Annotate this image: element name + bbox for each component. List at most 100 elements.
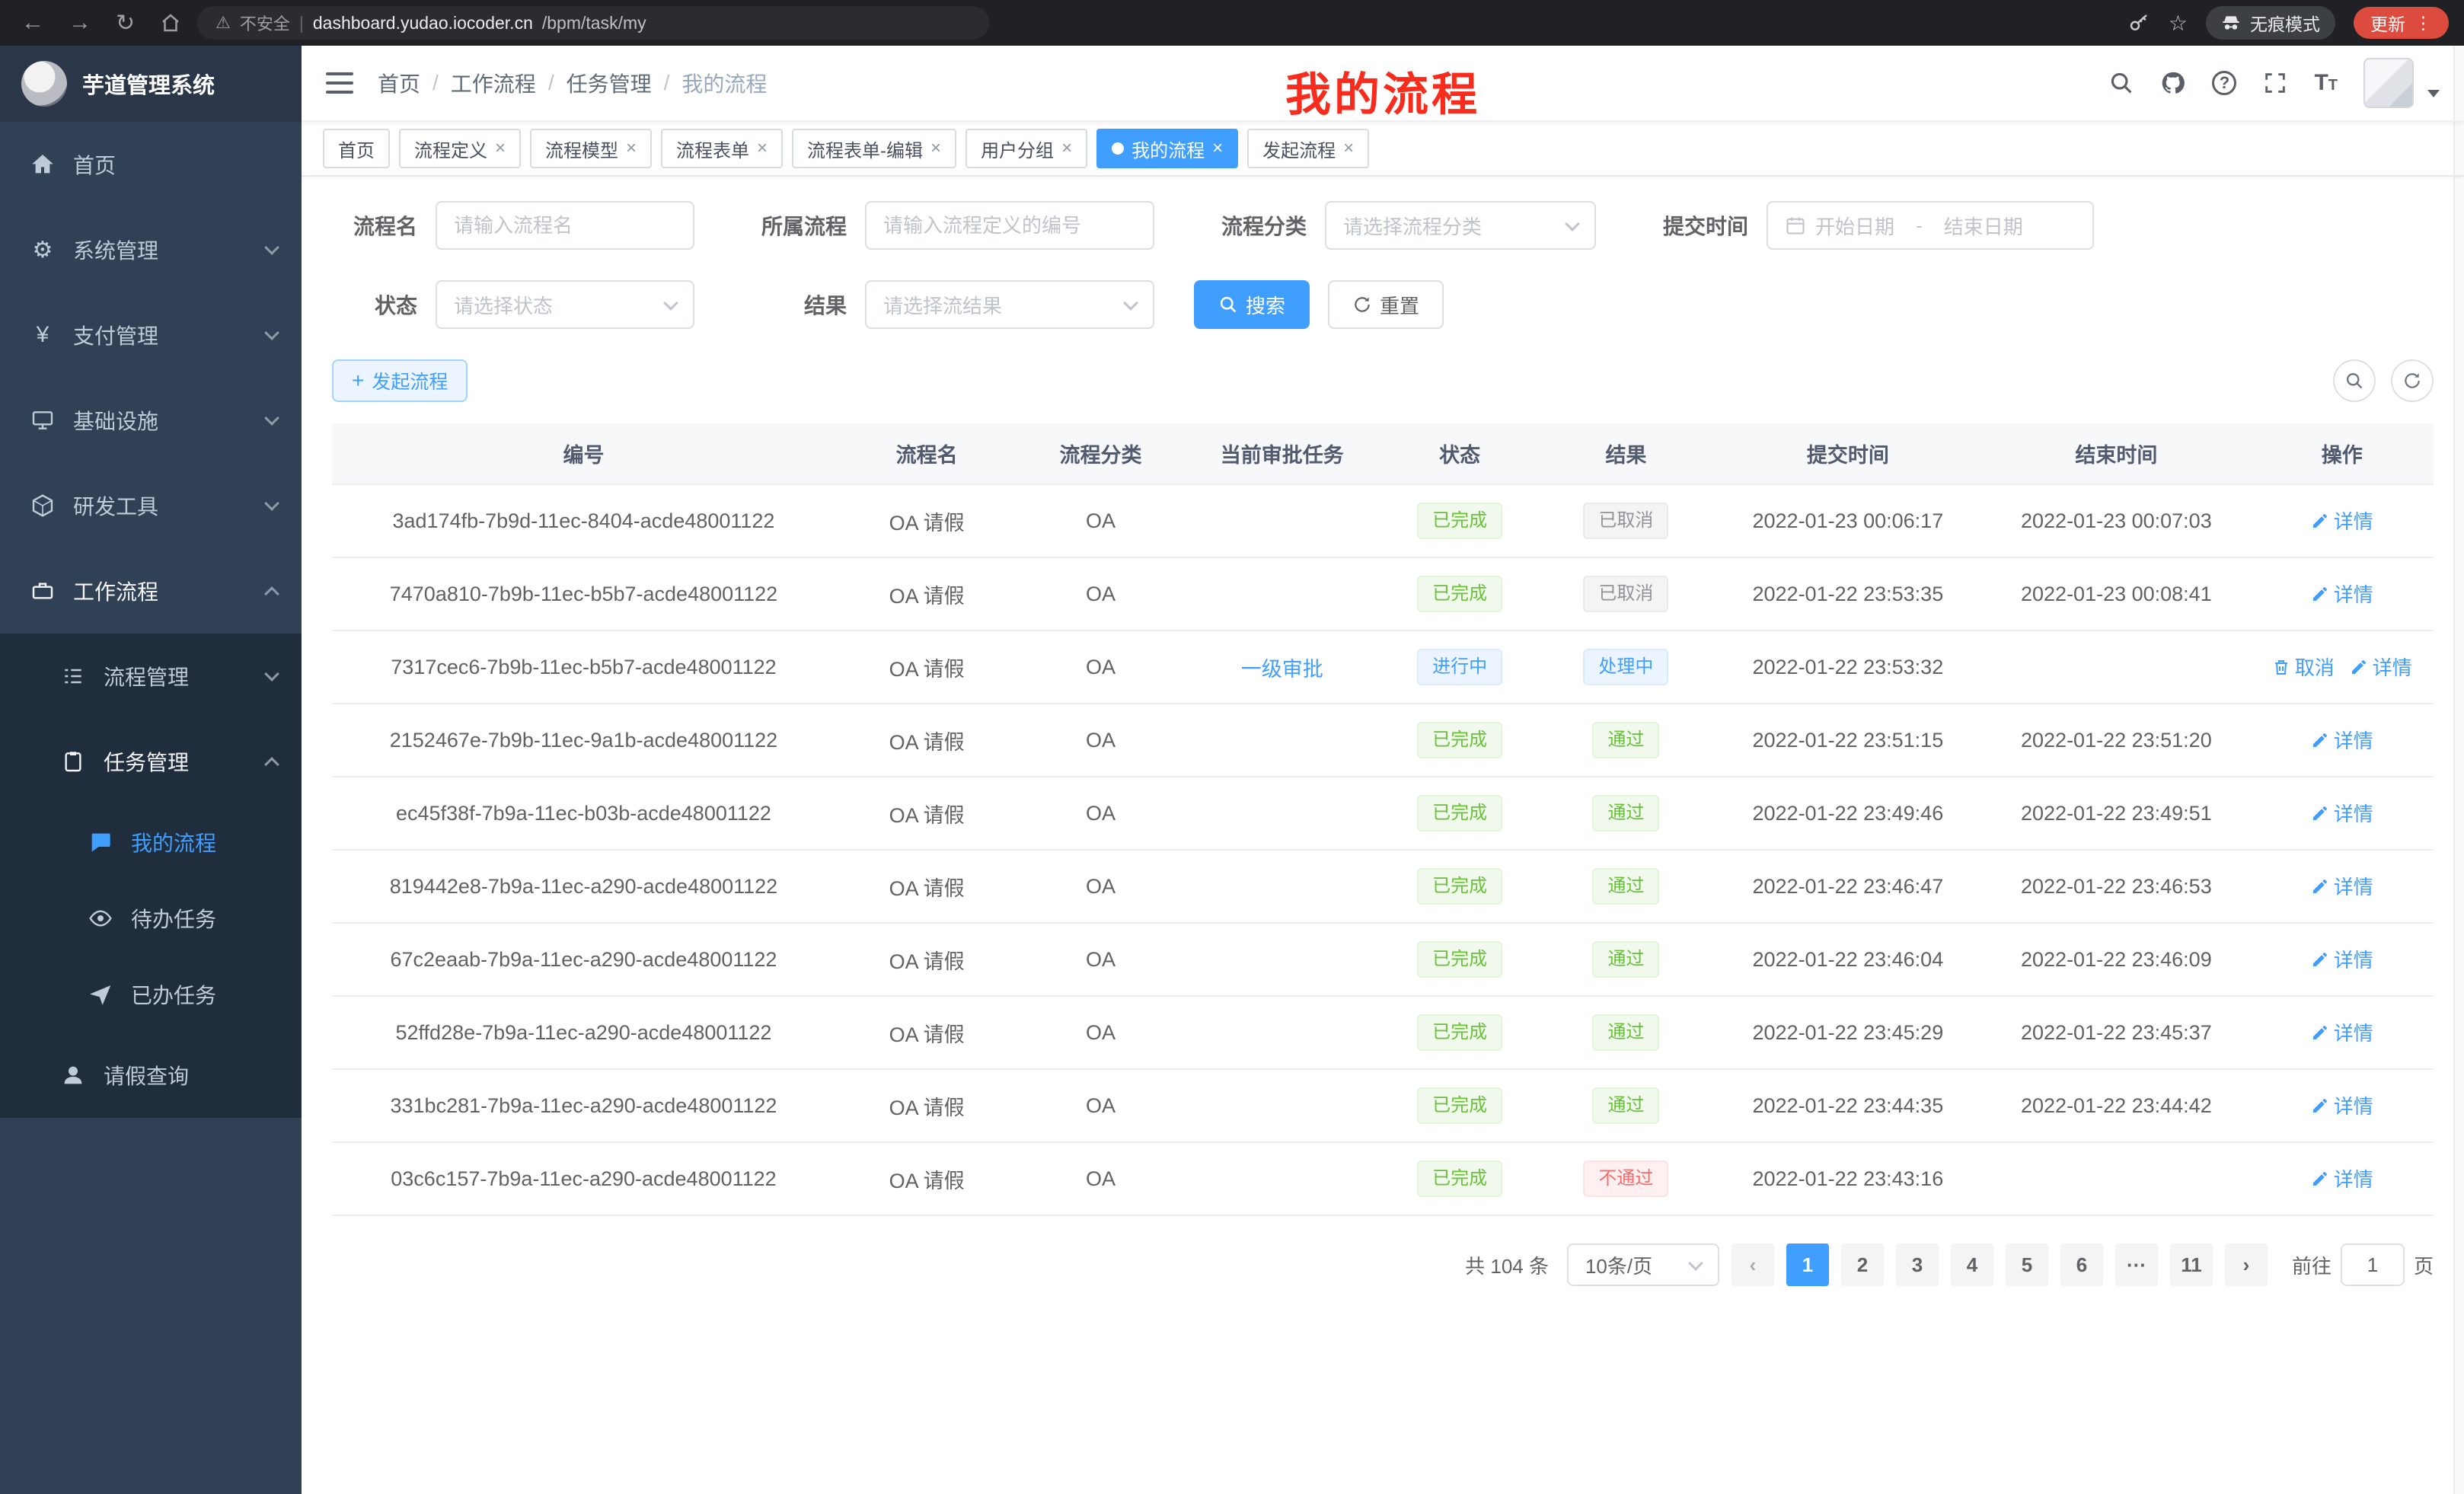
tags-view-bar: 首页 流程定义× 流程模型× 流程表单× 流程表单-编辑× 用户分组× 我的流程… (302, 122, 2464, 177)
breadcrumb-item[interactable]: 工作流程 (451, 68, 536, 98)
search-button[interactable]: 搜索 (1194, 280, 1310, 329)
close-icon[interactable]: × (495, 139, 506, 158)
chevron-down-icon (264, 410, 279, 426)
scrollbar[interactable] (2453, 46, 2464, 1494)
start-process-button[interactable]: + 发起流程 (332, 359, 468, 402)
close-icon[interactable]: × (757, 139, 768, 158)
cancel-link[interactable]: 取消 (2272, 653, 2335, 681)
close-icon[interactable]: × (930, 139, 941, 158)
sidebar-item-leave-query[interactable]: 请假查询 (0, 1033, 302, 1118)
cell-task (1183, 1069, 1381, 1142)
prev-page-button[interactable]: ‹ (1732, 1243, 1774, 1286)
sidebar-item-dev-tools[interactable]: 研发工具 (0, 463, 302, 548)
detail-link[interactable]: 详情 (2311, 945, 2373, 973)
tab-home[interactable]: 首页 (323, 129, 390, 168)
parent-process-input[interactable] (883, 214, 1136, 238)
sidebar-item-infrastructure[interactable]: 基础设施 (0, 378, 302, 463)
sidebar-item-task-management[interactable]: 任务管理 (0, 719, 302, 804)
edit-icon (2311, 877, 2329, 895)
page-button[interactable]: 1 (1786, 1243, 1829, 1286)
cell-category: OA (1018, 557, 1183, 630)
detail-link[interactable]: 详情 (2311, 726, 2373, 754)
page-button[interactable]: 4 (1951, 1243, 1993, 1286)
tab-process-model[interactable]: 流程模型× (530, 129, 652, 168)
status-select[interactable]: 请选择状态 (436, 280, 694, 329)
column-header: 结束时间 (1982, 423, 2251, 484)
cell-name: OA 请假 (835, 923, 1018, 996)
password-key-icon[interactable] (2127, 11, 2150, 34)
breadcrumb-item[interactable]: 任务管理 (567, 68, 652, 98)
tab-process-form-edit[interactable]: 流程表单-编辑× (792, 129, 956, 168)
close-icon[interactable]: × (1061, 139, 1072, 158)
tab-my-process[interactable]: 我的流程× (1096, 129, 1238, 168)
sidebar-item-process-management[interactable]: 流程管理 (0, 634, 302, 719)
result-select[interactable]: 请选择流结果 (865, 280, 1154, 329)
browser-menu-icon[interactable]: ⋮ (2415, 13, 2432, 34)
page-button[interactable]: 2 (1841, 1243, 1884, 1286)
tab-process-form[interactable]: 流程表单× (661, 129, 783, 168)
cell-id: 3ad174fb-7b9d-11ec-8404-acde48001122 (332, 484, 835, 557)
breadcrumb-item[interactable]: 首页 (378, 68, 420, 98)
detail-link[interactable]: 详情 (2311, 1018, 2373, 1046)
detail-link[interactable]: 详情 (2311, 799, 2373, 827)
search-icon[interactable] (2108, 70, 2134, 96)
category-select[interactable]: 请选择流程分类 (1325, 201, 1596, 250)
tab-process-definition[interactable]: 流程定义× (399, 129, 521, 168)
detail-link[interactable]: 详情 (2350, 653, 2412, 681)
cell-name: OA 请假 (835, 557, 1018, 630)
page-button[interactable]: 11 (2170, 1243, 2213, 1286)
help-icon[interactable]: ? (2212, 71, 2236, 95)
close-icon[interactable]: × (1212, 139, 1223, 158)
goto-page-input[interactable] (2351, 1253, 2394, 1277)
sidebar-item-home[interactable]: 首页 (0, 122, 302, 207)
task-link[interactable]: 一级审批 (1241, 653, 1323, 682)
page-button[interactable]: 3 (1896, 1243, 1939, 1286)
address-bar[interactable]: ⚠ 不安全 | dashboard.yudao.iocoder.cn/bpm/t… (197, 6, 989, 40)
more-pages-button[interactable]: ··· (2115, 1243, 2158, 1286)
browser-back-icon[interactable]: ← (21, 10, 44, 36)
process-name-input[interactable] (454, 214, 676, 238)
hamburger-icon[interactable] (326, 72, 353, 94)
browser-update-button[interactable]: 更新 ⋮ (2354, 7, 2449, 39)
detail-link[interactable]: 详情 (2311, 1164, 2373, 1192)
goto-suffix: 页 (2414, 1251, 2434, 1279)
github-icon[interactable] (2160, 70, 2186, 96)
user-avatar[interactable] (2363, 58, 2414, 108)
detail-link[interactable]: 详情 (2311, 872, 2373, 900)
browser-home-icon[interactable] (159, 11, 182, 34)
sidebar-item-todo-tasks[interactable]: 待办任务 (0, 880, 302, 956)
sidebar-item-system[interactable]: ⚙ 系统管理 (0, 207, 302, 292)
next-page-button[interactable]: › (2225, 1243, 2268, 1286)
end-date-placeholder: 结束日期 (1944, 212, 2023, 240)
cell-submit-time: 2022-01-22 23:45:29 (1714, 996, 1983, 1069)
tab-user-group[interactable]: 用户分组× (965, 129, 1087, 168)
toggle-search-button[interactable] (2333, 359, 2376, 402)
browser-forward-icon[interactable]: → (69, 10, 91, 36)
cell-name: OA 请假 (835, 1142, 1018, 1215)
sidebar-item-workflow[interactable]: 工作流程 (0, 548, 302, 634)
submit-time-range-picker[interactable]: 开始日期 - 结束日期 (1767, 201, 2094, 250)
sidebar-item-payment[interactable]: ¥ 支付管理 (0, 292, 302, 378)
avatar-caret-icon[interactable] (2427, 90, 2440, 97)
app-logo[interactable]: 芋道管理系统 (0, 46, 302, 122)
refresh-table-button[interactable] (2391, 359, 2434, 402)
sidebar-item-my-process[interactable]: 我的流程 (0, 804, 302, 880)
tab-start-process[interactable]: 发起流程× (1247, 129, 1369, 168)
breadcrumb-separator: / (548, 71, 554, 95)
browser-reload-icon[interactable]: ↻ (116, 10, 135, 37)
page-size-select[interactable]: 10条/页 (1567, 1243, 1719, 1286)
detail-link[interactable]: 详情 (2311, 579, 2373, 608)
chevron-up-icon (264, 586, 279, 602)
detail-link[interactable]: 详情 (2311, 1091, 2373, 1119)
page-button[interactable]: 6 (2060, 1243, 2103, 1286)
close-icon[interactable]: × (626, 139, 637, 158)
fullscreen-icon[interactable] (2262, 70, 2288, 96)
detail-link[interactable]: 详情 (2311, 506, 2373, 535)
sidebar-item-done-tasks[interactable]: 已办任务 (0, 956, 302, 1033)
cell-id: 819442e8-7b9a-11ec-a290-acde48001122 (332, 850, 835, 923)
page-button[interactable]: 5 (2006, 1243, 2048, 1286)
bookmark-star-icon[interactable]: ☆ (2169, 11, 2188, 36)
font-size-icon[interactable]: TT (2314, 70, 2338, 96)
close-icon[interactable]: × (1343, 139, 1354, 158)
reset-button[interactable]: 重置 (1328, 280, 1444, 329)
